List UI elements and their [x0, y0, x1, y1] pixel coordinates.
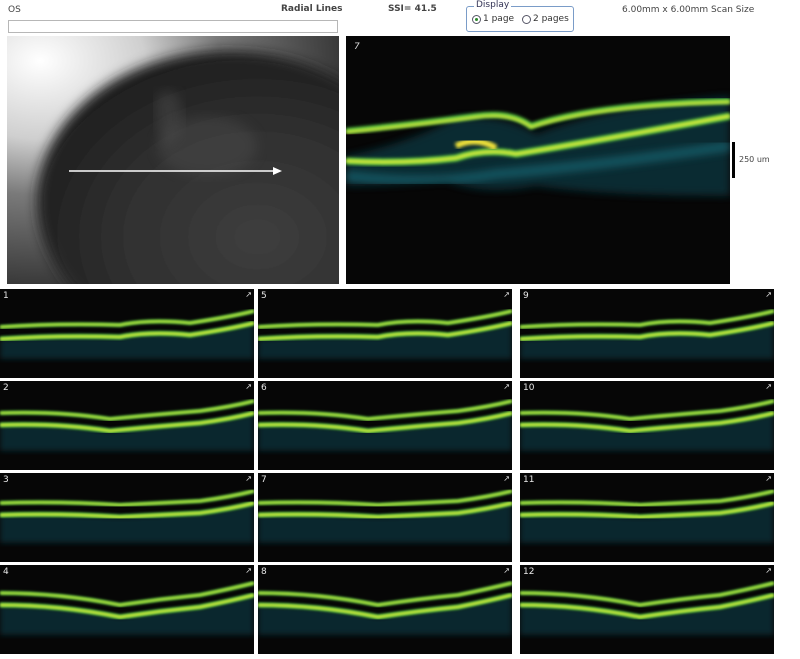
- scan-direction-icon: ↗: [765, 382, 772, 391]
- info-bar: [8, 20, 338, 33]
- thumbnail-graphic: [520, 489, 774, 543]
- oct-thumbnail[interactable]: 2 ↗: [0, 381, 254, 470]
- scan-direction-icon: ↗: [503, 566, 510, 575]
- thumbnail-graphic: [258, 581, 512, 635]
- thumbnail-graphic: [520, 399, 774, 451]
- thumbnail-number: 1: [3, 291, 9, 301]
- scan-direction-icon: ↗: [503, 290, 510, 299]
- thumbnail-number: 11: [523, 475, 535, 485]
- thumbnail-number: 6: [261, 383, 267, 393]
- scan-direction-icon: ↗: [503, 474, 510, 483]
- radio-unselected-icon[interactable]: [522, 14, 531, 24]
- scale-bar: [732, 142, 735, 178]
- oct-thumbnail[interactable]: 12 ↗: [520, 565, 774, 654]
- oct-thumbnail[interactable]: 10 ↗: [520, 381, 774, 470]
- oct-thumbnail[interactable]: 7 ↗: [258, 473, 512, 562]
- thumbnail-number: 8: [261, 567, 267, 577]
- display-option-1-label: 1 page: [483, 14, 515, 24]
- main-oct-scan: 7: [346, 36, 730, 284]
- ssi-label: SSI= 41.5: [388, 4, 437, 14]
- thumbnail-graphic: [0, 581, 254, 635]
- scan-direction-icon: ↗: [245, 290, 252, 299]
- main-scan-number: 7: [354, 42, 360, 52]
- oct-thumbnail[interactable]: 1 ↗: [0, 289, 254, 378]
- scan-direction-icon: ↗: [503, 382, 510, 391]
- thumbnail-graphic: [0, 309, 254, 359]
- scan-direction-icon: ↗: [765, 566, 772, 575]
- thumbnail-number: 10: [523, 383, 535, 393]
- oct-thumbnail[interactable]: 11 ↗: [520, 473, 774, 562]
- oct-thumbnail[interactable]: 5 ↗: [258, 289, 512, 378]
- thumbnail-number: 9: [523, 291, 529, 301]
- display-option-1-page[interactable]: 1 page: [472, 14, 514, 24]
- fundus-image: [7, 36, 339, 284]
- scan-pattern-label: Radial Lines: [281, 4, 343, 14]
- oct-thumbnail[interactable]: 8 ↗: [258, 565, 512, 654]
- eye-label: OS: [8, 5, 21, 15]
- thumbnail-graphic: [258, 489, 512, 543]
- thumbnail-graphic: [258, 309, 512, 359]
- scan-size-label: 6.00mm x 6.00mm Scan Size: [622, 5, 755, 15]
- oct-thumbnail[interactable]: 6 ↗: [258, 381, 512, 470]
- fundus-graphic: [7, 36, 339, 284]
- thumbnail-graphic: [258, 399, 512, 451]
- oct-thumbnail[interactable]: 9 ↗: [520, 289, 774, 378]
- radio-selected-icon[interactable]: [472, 14, 481, 24]
- display-option-2-label: 2 pages: [533, 14, 569, 24]
- thumbnail-number: 7: [261, 475, 267, 485]
- thumbnail-number: 12: [523, 567, 535, 577]
- thumbnail-number: 4: [3, 567, 9, 577]
- scan-direction-icon: ↗: [245, 566, 252, 575]
- thumbnail-number: 5: [261, 291, 267, 301]
- scan-direction-icon: ↗: [245, 382, 252, 391]
- scale-label: 250 um: [739, 155, 770, 164]
- thumbnail-number: 3: [3, 475, 9, 485]
- display-group-label: Display: [474, 0, 512, 10]
- oct-thumbnail[interactable]: 3 ↗: [0, 473, 254, 562]
- scan-direction-icon: ↗: [765, 290, 772, 299]
- thumbnail-graphic: [520, 581, 774, 635]
- thumbnail-graphic: [520, 309, 774, 359]
- thumbnail-graphic: [0, 489, 254, 543]
- oct-thumbnail[interactable]: 4 ↗: [0, 565, 254, 654]
- thumbnail-number: 2: [3, 383, 9, 393]
- scan-direction-icon: ↗: [245, 474, 252, 483]
- thumbnail-graphic: [0, 399, 254, 451]
- main-oct-graphic: [346, 96, 730, 196]
- display-option-2-pages[interactable]: 2 pages: [522, 14, 569, 24]
- scan-direction-icon: ↗: [765, 474, 772, 483]
